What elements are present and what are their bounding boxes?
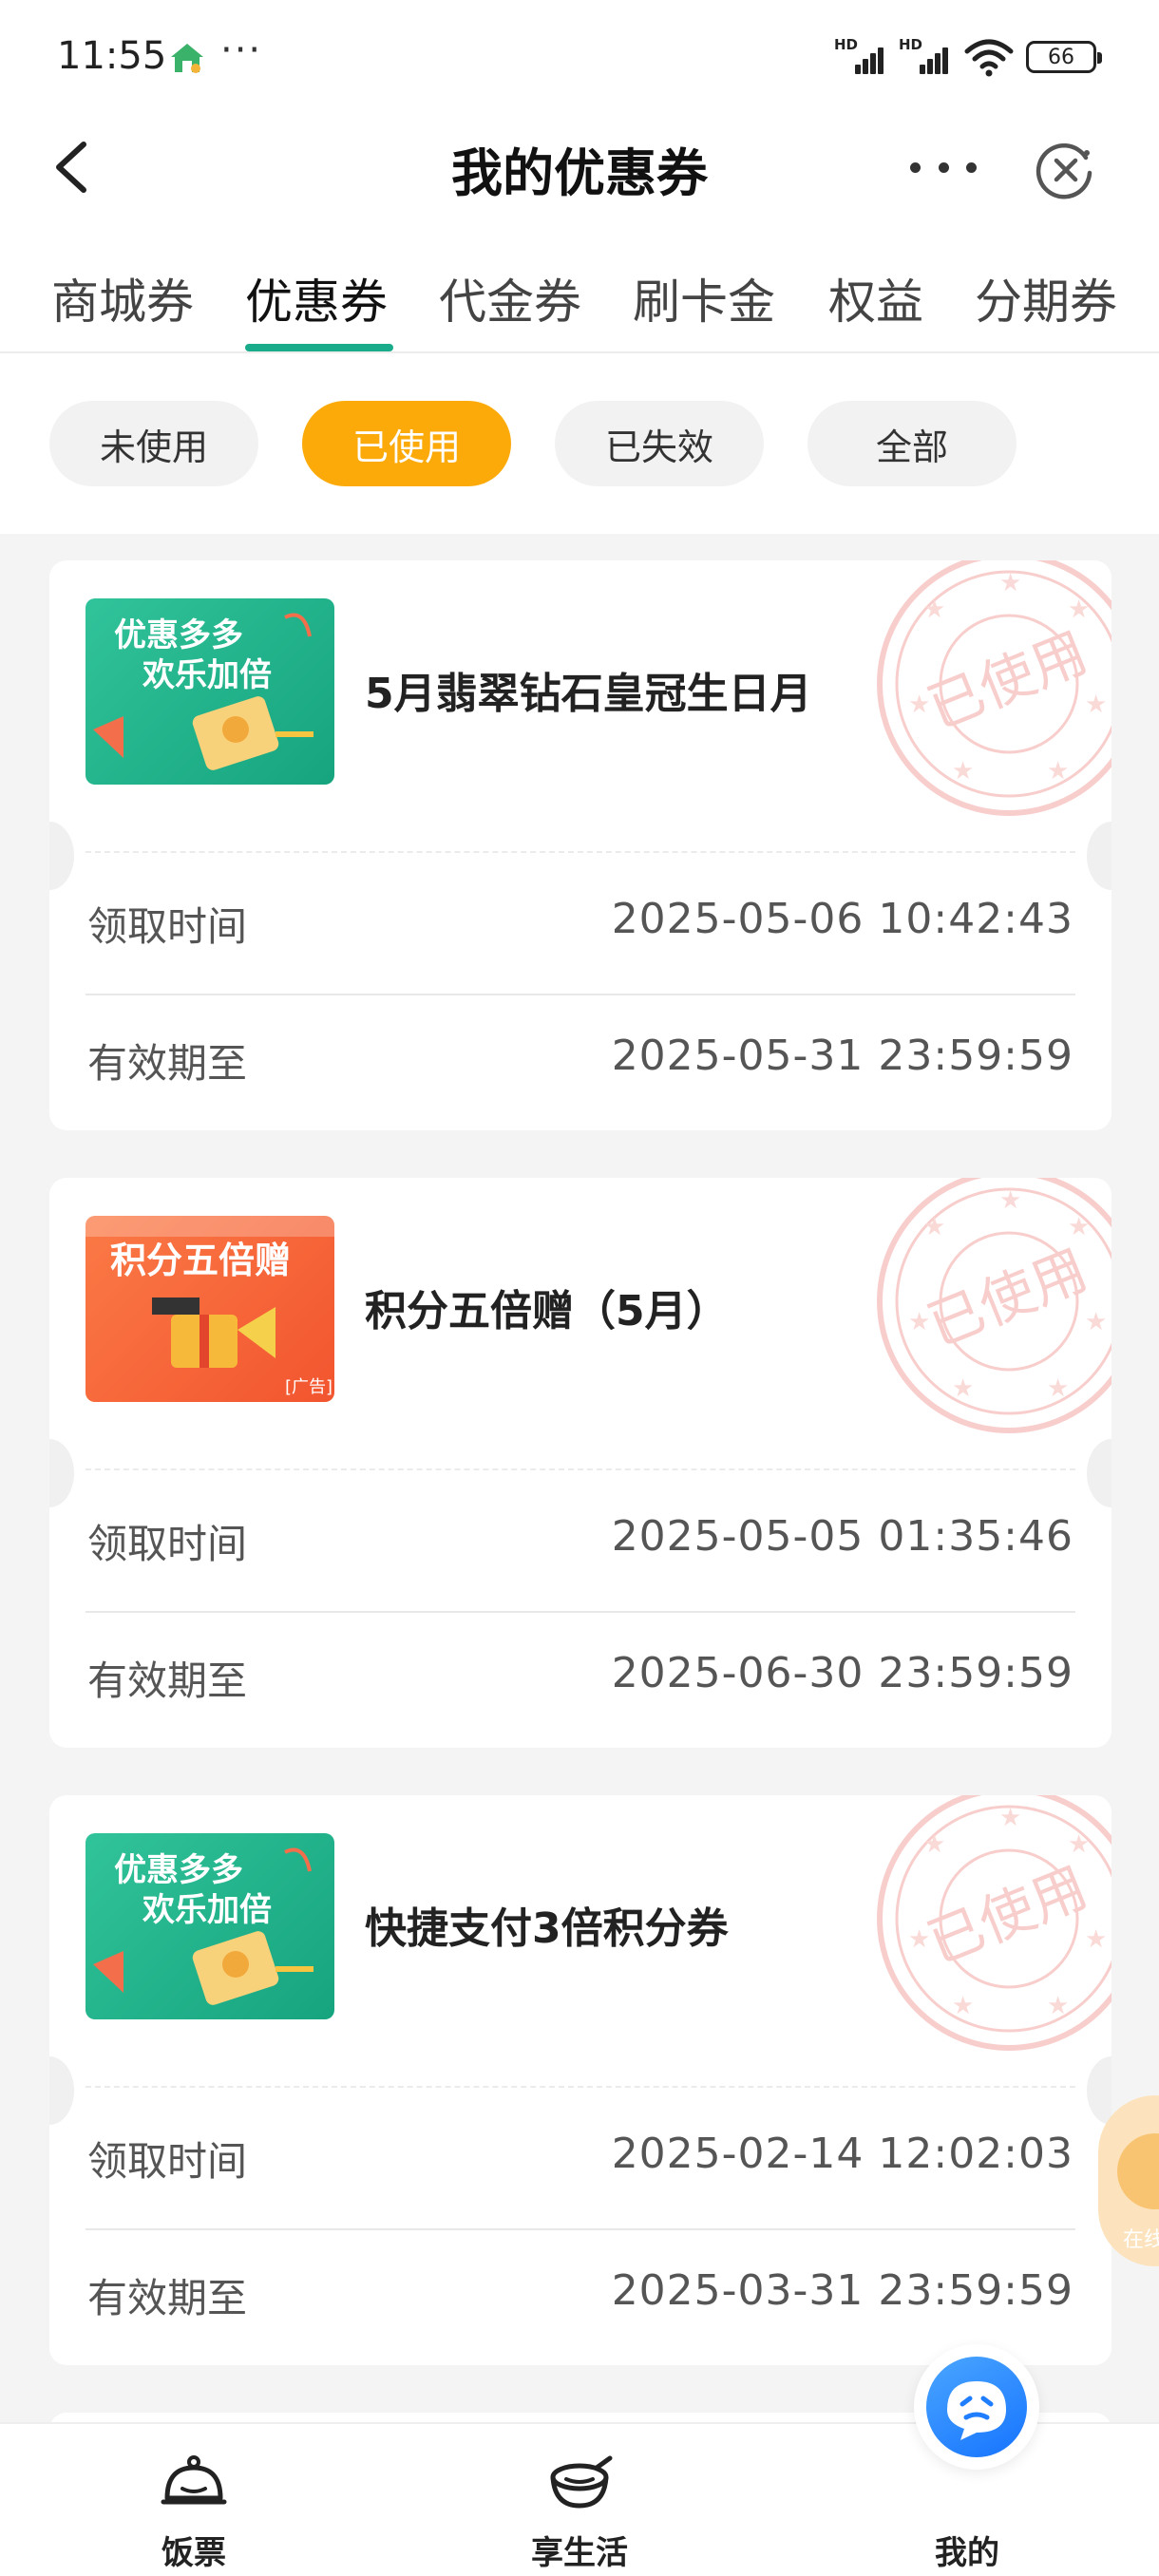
expire-time-label: 有效期至 [87, 1040, 248, 1087]
svg-text:★: ★ [999, 1186, 1021, 1215]
expire-time-label: 有效期至 [87, 1657, 248, 1704]
receive-time-label: 领取时间 [87, 2138, 248, 2185]
receive-time-label: 领取时间 [87, 903, 248, 950]
signal-icon: HD [899, 36, 952, 78]
coupon-thumbnail: 积分五倍赠 [广告] [86, 1216, 334, 1402]
page-title: 我的优惠券 [451, 143, 708, 203]
stamp-text: 已使用 [919, 619, 1096, 741]
expire-time-value: 2025-03-31 23:59:59 [611, 2266, 1074, 2315]
svg-text:★: ★ [923, 1830, 945, 1859]
expire-time-value: 2025-05-31 23:59:59 [611, 1032, 1074, 1080]
thumb-text-1: 积分五倍赠 [110, 1240, 291, 1281]
svg-text:★: ★ [952, 757, 974, 786]
bowl-icon [550, 2455, 613, 2509]
status-bar: 11:55 ··· HD HD 66 [0, 0, 1159, 114]
status-icons: HD HD 66 [834, 36, 1102, 78]
svg-text:★: ★ [1047, 757, 1069, 786]
tab-installment-coupon[interactable]: 分期券 [975, 264, 1117, 332]
svg-text:★: ★ [952, 1992, 974, 2020]
filter-used[interactable]: 已使用 [302, 401, 511, 486]
receive-time-value: 2025-05-05 01:35:46 [611, 1512, 1074, 1561]
bottom-navigation: 饭票 享生活 我的 [0, 2344, 1159, 2576]
online-service-label: 在线 [1123, 2228, 1159, 2252]
coupon-card[interactable]: ★ ★ ★ ★ ★ ★ ★ 已使用 优惠多多 欢乐加倍 5月翡翠钻石皇冠生日月 领取时间 2… [49, 560, 1112, 1130]
svg-text:★: ★ [923, 1213, 945, 1241]
battery-level: 66 [1048, 45, 1074, 69]
thumb-text-1: 优惠多多 [114, 616, 243, 654]
svg-text:★: ★ [952, 1374, 974, 1403]
more-icon[interactable] [910, 148, 977, 186]
svg-text:★: ★ [923, 596, 945, 624]
stamp-text: 已使用 [919, 1237, 1096, 1358]
status-time: 11:55 [57, 34, 167, 78]
svg-text:★: ★ [999, 569, 1021, 597]
expire-time-value: 2025-06-30 23:59:59 [611, 1649, 1074, 1697]
thumb-text-2: 欢乐加倍 [142, 1891, 272, 1929]
tab-discount-coupon[interactable]: 优惠券 [245, 264, 388, 332]
online-service-bubble[interactable]: 在线 [1098, 2095, 1159, 2266]
filter-expired[interactable]: 已失效 [555, 401, 764, 486]
coupon-title: 快捷支付3倍积分券 [365, 1904, 729, 1953]
status-more-dots: ··· [220, 28, 263, 72]
svg-text:★: ★ [1085, 1925, 1107, 1954]
receive-time-label: 领取时间 [87, 1521, 248, 1567]
rice-bowl-icon [161, 2455, 227, 2505]
signal-icon: HD [834, 36, 887, 78]
coupon-title: 积分五倍赠（5月） [365, 1287, 729, 1335]
wifi-icon [964, 39, 1014, 77]
battery-icon: 66 [1026, 41, 1102, 73]
expire-time-label: 有效期至 [87, 2275, 248, 2321]
svg-text:★: ★ [999, 1804, 1021, 1832]
coupon-thumbnail: 优惠多多 欢乐加倍 [86, 598, 334, 785]
nav-item-meal-ticket[interactable]: 饭票 [89, 2424, 298, 2576]
receive-time-value: 2025-05-06 10:42:43 [611, 895, 1074, 943]
active-tab-indicator [245, 344, 393, 351]
coupon-card[interactable]: ★ ★ ★ ★ ★ ★ ★ 已使用 优惠多多 欢乐加倍 快捷支付3倍积分券 领取时间 202… [49, 1795, 1112, 2365]
coupon-thumbnail: 优惠多多 欢乐加倍 [86, 1833, 334, 2019]
nav-item-mine[interactable]: 我的 [863, 2344, 1072, 2576]
close-icon[interactable] [1035, 139, 1097, 201]
nav-item-enjoy-life[interactable]: 享生活 [475, 2424, 684, 2576]
filter-unused[interactable]: 未使用 [49, 401, 258, 486]
service-icon [1117, 2133, 1159, 2209]
assistant-face-icon [914, 2344, 1039, 2470]
nav-label: 饭票 [162, 2534, 226, 2572]
svg-text:★: ★ [1047, 1992, 1069, 2020]
navigation-bar: 我的优惠券 [0, 114, 1159, 224]
thumb-text-1: 优惠多多 [114, 1851, 243, 1889]
tab-card-credit[interactable]: 刷卡金 [633, 264, 775, 332]
thumb-text-2: 欢乐加倍 [142, 656, 272, 694]
tab-benefits[interactable]: 权益 [828, 264, 923, 332]
tab-voucher[interactable]: 代金券 [439, 264, 581, 332]
coupon-card[interactable]: ★ ★ ★ ★ ★ ★ ★ 已使用 积分五倍赠 [广告] 积分五倍赠（5月） 领取时间 20… [49, 1178, 1112, 1748]
signal-hd-label: HD [899, 36, 923, 53]
tab-mall-coupon[interactable]: 商城券 [51, 264, 194, 332]
filter-all[interactable]: 全部 [808, 401, 1016, 486]
svg-text:★: ★ [1047, 1374, 1069, 1403]
nav-label: 享生活 [531, 2534, 628, 2572]
svg-text:★: ★ [1085, 1308, 1107, 1336]
svg-text:★: ★ [1085, 691, 1107, 719]
category-tabs: 商城券 优惠券 代金券 刷卡金 权益 分期券 [0, 255, 1159, 353]
coupon-title: 5月翡翠钻石皇冠生日月 [365, 670, 812, 718]
thumb-text-2: [广告] [285, 1377, 332, 1397]
home-app-icon [171, 44, 203, 73]
nav-label: 我的 [935, 2534, 999, 2572]
signal-hd-label: HD [834, 36, 859, 53]
stamp-text: 已使用 [919, 1854, 1096, 1976]
receive-time-value: 2025-02-14 12:02:03 [611, 2130, 1074, 2178]
